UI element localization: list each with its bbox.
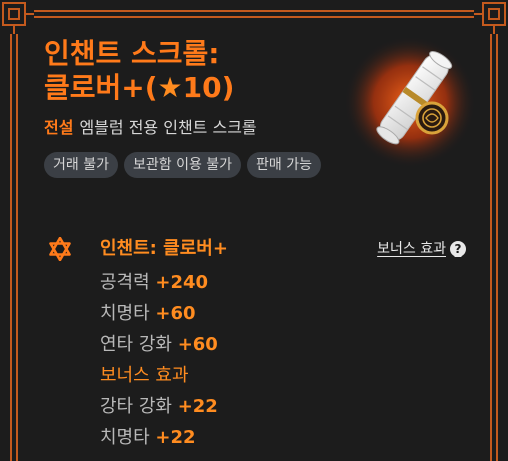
stat-row-attack: 공격력 +240	[100, 267, 218, 298]
stat-value: +22	[177, 396, 218, 417]
item-title-suffix: )	[221, 71, 235, 104]
stat-value: +60	[155, 303, 196, 324]
item-tooltip: 인챈트 스크롤: 클로버+(★10) 전설 엠블럼 전용 인챈트 스크롤 거래 불…	[0, 0, 508, 461]
stat-value: +22	[155, 427, 196, 448]
item-subtitle: 전설 엠블럼 전용 인챈트 스크롤	[44, 114, 257, 138]
item-type: 엠블럼 전용 인챈트 스크롤	[79, 118, 257, 137]
stat-list: 공격력 +240 치명타 +60 연타 강화 +60 보너스 효과 강타 강화 …	[100, 267, 218, 453]
enchant-effect-title: 인챈트: 클로버+	[100, 238, 228, 259]
item-title: 인챈트 스크롤: 클로버+(★10)	[44, 37, 234, 105]
enchant-effect-header: 인챈트: 클로버+ 보너스 효과 ?	[48, 235, 478, 265]
scroll-emblem-icon	[344, 36, 476, 168]
stat-label: 연타 강화	[100, 334, 178, 355]
item-grade: 전설	[44, 118, 74, 137]
stat-label: 치명타	[100, 303, 156, 324]
bonus-stat-row-smash: 강타 강화 +22	[100, 391, 218, 422]
hexagram-star-icon	[49, 237, 71, 261]
item-title-line1: 인챈트 스크롤:	[44, 37, 220, 70]
stat-label: 공격력	[100, 272, 156, 293]
enchant-effect-section: 인챈트: 클로버+ 보너스 효과 ? 공격력 +240 치명타 +60 연타 강…	[48, 235, 478, 448]
bonus-stat-row-critical: 치명타 +22	[100, 422, 218, 453]
star-icon: ★	[157, 71, 183, 104]
item-title-prefix: 클로버+(	[44, 71, 158, 104]
stat-value: +60	[177, 334, 218, 355]
item-tags: 거래 불가 보관함 이용 불가 판매 가능	[44, 152, 344, 178]
bonus-effect-heading: 보너스 효과	[100, 365, 189, 386]
tag-storage-restriction: 보관함 이용 불가	[123, 152, 242, 178]
bonus-effect-link[interactable]: 보너스 효과 ?	[377, 237, 466, 261]
stat-label: 치명타	[100, 427, 156, 448]
item-title-line2: 클로버+(★10)	[44, 71, 234, 105]
stat-label: 강타 강화	[100, 396, 178, 417]
tag-sellable: 판매 가능	[247, 152, 322, 178]
help-icon[interactable]: ?	[450, 241, 466, 257]
stat-row-critical: 치명타 +60	[100, 298, 218, 329]
stat-value: +240	[155, 272, 209, 293]
enchant-level: 10	[182, 71, 222, 104]
stat-row-combo: 연타 강화 +60	[100, 329, 218, 360]
bonus-effect-link-label: 보너스 효과	[377, 241, 446, 257]
tag-trade-restriction: 거래 불가	[44, 152, 118, 178]
